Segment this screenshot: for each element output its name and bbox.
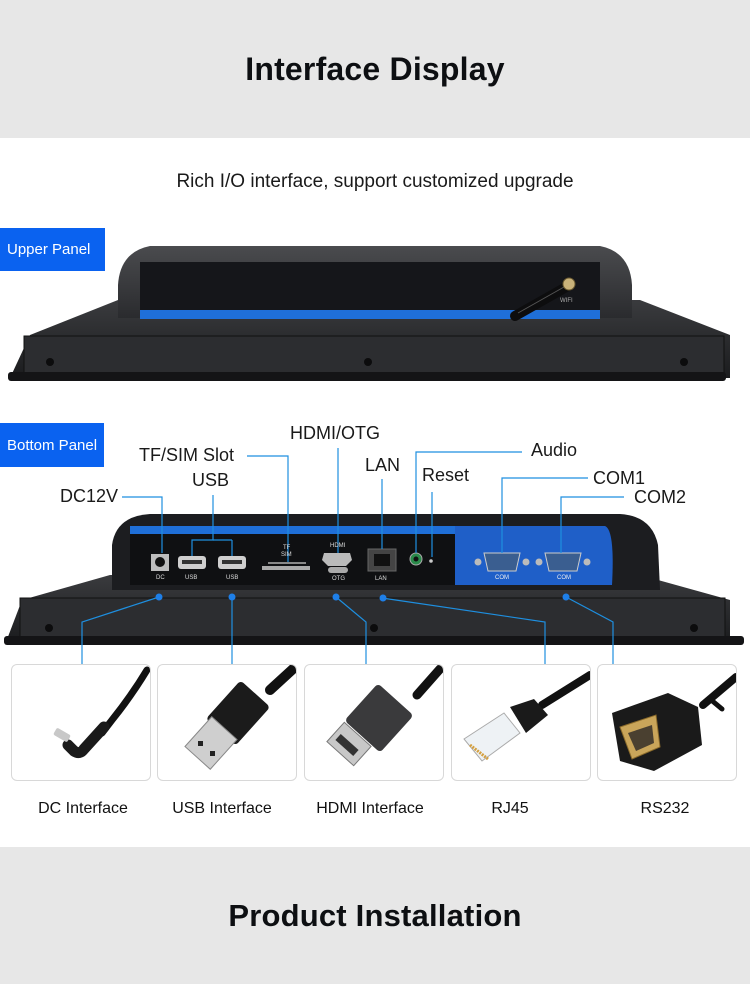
callout-tf-sim-slot: TF/SIM Slot xyxy=(139,445,235,465)
callout-dot xyxy=(155,593,163,601)
hdmi-port-icon xyxy=(322,553,352,566)
port-label-lan: LAN xyxy=(375,576,387,582)
callout-dot xyxy=(379,594,387,602)
bottom-panel-illustration xyxy=(4,448,744,664)
interface-label-usb: USB Interface xyxy=(172,800,272,817)
interface-label-dc: DC Interface xyxy=(38,800,128,817)
interface-label-hdmi: HDMI Interface xyxy=(316,800,424,817)
callout-com1: COM1 xyxy=(593,468,646,488)
port-label-usb1: USB xyxy=(185,575,198,581)
port-label-com2: COM xyxy=(557,575,571,581)
section-banner-product-installation: Product Installation xyxy=(0,847,750,984)
bottom-bezel-lip xyxy=(4,636,744,645)
otg-port-icon xyxy=(328,567,348,573)
callout-audio: Audio xyxy=(531,440,578,460)
callout-dc12v: DC12V xyxy=(60,486,119,506)
callout-com2: COM2 xyxy=(634,487,687,507)
screw-icon xyxy=(45,624,53,632)
port-label-hdmi: HDMI xyxy=(330,543,346,549)
callout-hdmi-otg: HDMI/OTG xyxy=(290,423,380,443)
interface-card-dc xyxy=(11,664,151,781)
callout-dot xyxy=(562,593,570,601)
callout-reset: Reset xyxy=(422,465,470,485)
interface-card-rs232 xyxy=(597,664,737,781)
tf-sim-slot-icon xyxy=(262,566,310,570)
screw-icon xyxy=(370,624,378,632)
port-label-otg: OTG xyxy=(332,576,345,582)
port-label-com1: COM xyxy=(495,575,509,581)
reset-button-icon xyxy=(429,559,433,563)
bottom-blue-stripe xyxy=(130,526,460,534)
port-label-sim: SIM xyxy=(281,552,292,558)
interface-card-hdmi xyxy=(304,664,444,781)
interface-card-usb xyxy=(157,664,297,781)
usb-plug-icon xyxy=(184,665,296,770)
port-label-dc: DC xyxy=(156,575,165,581)
port-label-usb2: USB xyxy=(226,575,239,581)
section-title: Product Installation xyxy=(228,897,522,933)
com-port-plate xyxy=(455,526,613,585)
interface-card-rj45 xyxy=(451,664,591,781)
rj45-plug-icon xyxy=(463,671,590,762)
interface-label-rj45: RJ45 xyxy=(491,800,529,817)
callout-dot xyxy=(228,593,236,601)
hdmi-plug-icon xyxy=(326,665,443,767)
rs232-plug-icon xyxy=(612,673,736,771)
bottom-front-edge xyxy=(19,597,726,639)
screw-icon xyxy=(690,624,698,632)
port-label-tf: TF xyxy=(283,545,291,551)
dc-plug-icon xyxy=(53,666,150,759)
interface-label-rs232: RS232 xyxy=(640,800,690,817)
callout-usb: USB xyxy=(192,470,230,490)
callout-lan: LAN xyxy=(365,455,401,475)
callout-dot xyxy=(332,593,340,601)
